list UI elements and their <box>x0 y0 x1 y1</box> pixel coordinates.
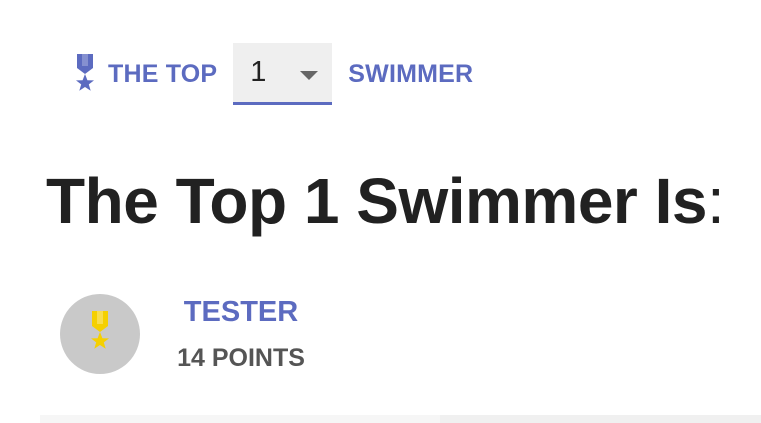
top-count-selector-row: THE TOP 1 SWIMMER <box>68 42 473 106</box>
medal-icon <box>68 52 102 96</box>
top-label: THE TOP <box>108 59 218 88</box>
page-title: The Top 1 Swimmer Is: <box>46 164 725 238</box>
swimmer-label: SWIMMER <box>348 59 474 88</box>
winner-name: TESTER <box>183 296 299 328</box>
top-count-dropdown[interactable]: 1 <box>233 43 333 105</box>
winner-points: 14 POINTS <box>177 344 305 372</box>
top-count-value: 1 <box>250 56 267 88</box>
leaderboard-page: THE TOP 1 SWIMMER The Top 1 Swimmer Is: … <box>0 0 761 423</box>
divider <box>40 415 761 423</box>
chevron-down-icon <box>300 71 319 80</box>
page-title-text: The Top 1 Swimmer Is <box>46 165 707 237</box>
page-title-colon: : <box>706 165 725 237</box>
